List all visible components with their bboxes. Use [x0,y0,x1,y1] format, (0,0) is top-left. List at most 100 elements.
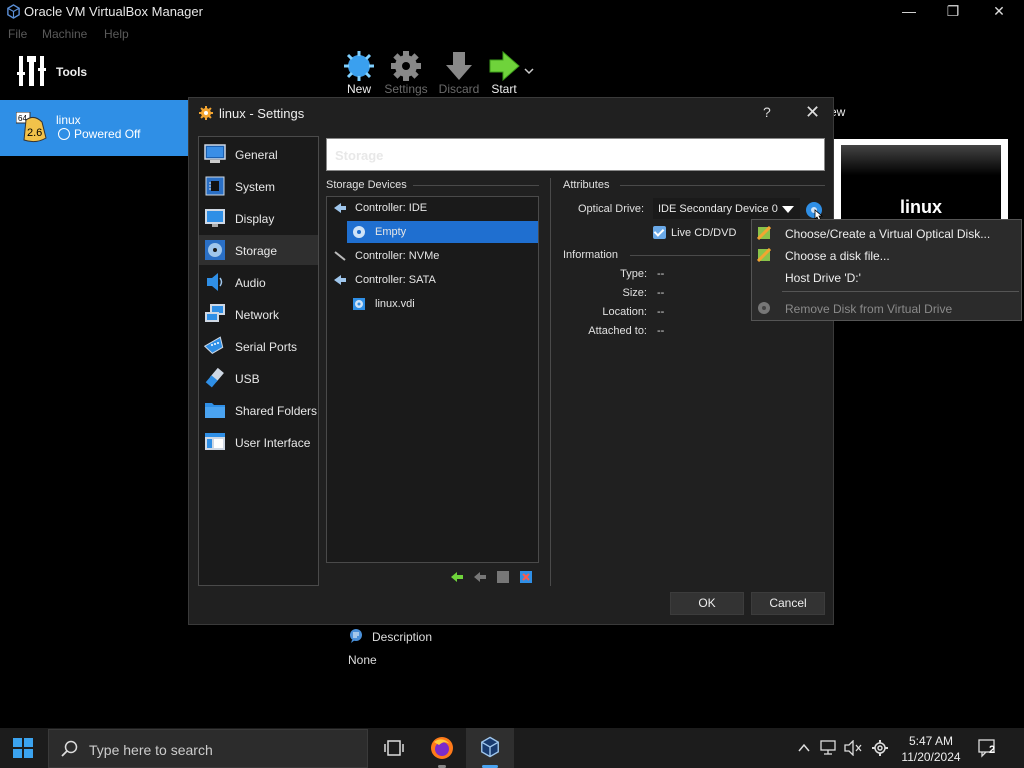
storage-tree: Controller: IDE Empty Controller: NVMe C… [326,196,539,563]
optical-drive-label: Optical Drive: [578,203,645,215]
tree-label: Controller: SATA [355,274,436,286]
tree-controller-nvme[interactable]: Controller: NVMe [327,245,538,267]
category-network[interactable]: Network [199,299,318,329]
live-cd-checkbox[interactable] [653,226,666,239]
nvme-controller-icon [334,251,346,261]
info-size-label: Size: [622,287,647,299]
dialog-close-button[interactable]: ✕ [805,102,820,123]
help-button[interactable]: ? [763,104,771,120]
category-general[interactable]: General [199,139,318,169]
virtualbox-icon [481,736,499,758]
vm-name: linux [56,113,81,127]
add-controller-icon[interactable] [450,570,464,584]
tree-label: Controller: NVMe [355,250,440,262]
windows-start-icon[interactable] [12,737,34,759]
info-attached-label: Attached to: [588,325,647,337]
search-icon [61,740,78,757]
category-system[interactable]: System [199,171,318,201]
remove-disk-icon [758,302,770,314]
optical-disk-menu: Choose/Create a Virtual Optical Disk... … [751,219,1022,321]
category-label: User Interface [235,436,311,450]
notification-center-button[interactable]: 2 [978,738,1000,761]
optical-drive-select[interactable]: IDE Secondary Device 0 [653,198,800,219]
svg-text:2.6: 2.6 [27,127,42,139]
information-label: Information [563,249,619,261]
menu-item-label: Remove Disk from Virtual Drive [785,302,953,316]
category-serial-ports[interactable]: Serial Ports [199,331,318,361]
settings-label: Settings [384,82,428,96]
category-label: Network [235,308,280,322]
dialog-title-bar: linux - Settings ? ✕ [189,98,833,128]
tools-item[interactable]: Tools [0,50,190,96]
new-button[interactable]: New [334,46,384,96]
network-icon[interactable] [820,740,838,756]
tree-empty-optical[interactable]: Empty [347,221,538,243]
usb-icon [205,367,224,388]
general-monitor-icon [204,144,226,163]
category-label: Shared Folders [235,404,318,418]
preview-vm-name: linux [899,197,942,217]
storage-devices-divider [413,185,539,186]
attributes-label: Attributes [563,179,610,191]
network-icon [205,304,225,322]
minimize-button[interactable]: — [886,0,932,24]
settings-gear-icon[interactable] [871,739,889,757]
vm-list-item[interactable]: 64 2.6 linux Powered Off [0,100,190,156]
chevron-up-icon[interactable] [798,743,810,753]
menu-file[interactable]: File [8,27,27,41]
tree-controller-sata[interactable]: Controller: SATA [327,269,538,291]
clock-date: 11/20/2024 [901,750,961,764]
category-display[interactable]: Display [199,203,318,233]
info-location-label: Location: [602,306,647,318]
category-shared-folders[interactable]: Shared Folders [199,395,318,425]
pane-splitter[interactable] [550,178,551,586]
cancel-button[interactable]: Cancel [751,592,825,615]
tree-linux-vdi[interactable]: linux.vdi [347,293,538,315]
chevron-down-icon [782,206,794,213]
menu-choose-disk-file[interactable]: Choose a disk file... [752,244,1021,266]
menu-choose-create-disk[interactable]: Choose/Create a Virtual Optical Disk... [752,222,1021,244]
discard-label: Discard [438,82,480,96]
new-label: New [346,82,371,96]
optical-disc-icon [353,226,365,238]
tree-controller-ide[interactable]: Controller: IDE [327,197,538,219]
vm-state-label: Powered Off [74,127,141,141]
start-dropdown-icon[interactable] [524,67,534,75]
start-button[interactable]: Start [479,46,529,96]
maximize-button[interactable]: ❐ [930,0,976,24]
volume-muted-icon[interactable] [844,740,862,756]
category-label: USB [235,372,260,386]
disk-folder-icon [757,248,771,262]
remove-attachment-icon[interactable] [519,570,533,584]
category-storage[interactable]: Storage [199,235,318,265]
live-cd-label: Live CD/DVD [671,227,737,239]
menu-help[interactable]: Help [104,27,129,41]
ok-button[interactable]: OK [670,592,744,615]
category-audio[interactable]: Audio [199,267,318,297]
virtualbox-taskbar-button[interactable] [466,728,514,768]
storage-devices-label: Storage Devices [326,179,407,191]
taskbar-clock[interactable]: 5:47 AM 11/20/2024 [896,733,966,765]
firefox-taskbar-button[interactable] [418,728,466,768]
remove-controller-icon[interactable] [473,570,487,584]
start-arrow-icon [489,50,520,82]
category-label: Audio [235,276,266,290]
settings-category-list: General System Display Storage Audio Net… [198,136,319,586]
storage-disk-icon [205,240,225,260]
menu-host-drive[interactable]: Host Drive 'D:' [752,266,1021,288]
ide-controller-icon [334,203,346,213]
category-label: Serial Ports [235,340,298,354]
category-usb[interactable]: USB [199,363,318,393]
serial-port-icon [204,336,224,354]
task-view-button[interactable] [370,728,418,768]
add-attachment-icon[interactable] [496,570,510,584]
menu-machine[interactable]: Machine [42,27,87,41]
taskbar-search-box[interactable]: Type here to search [48,729,368,768]
choose-disk-button[interactable] [804,200,824,220]
vm-preview: linux [834,139,1008,221]
title-bar: Oracle VM VirtualBox Manager — ❐ ✕ [0,0,1024,24]
hard-disk-icon [353,298,365,310]
close-window-button[interactable]: ✕ [976,0,1022,24]
category-user-interface[interactable]: User Interface [199,427,318,457]
tree-label: linux.vdi [375,298,415,310]
